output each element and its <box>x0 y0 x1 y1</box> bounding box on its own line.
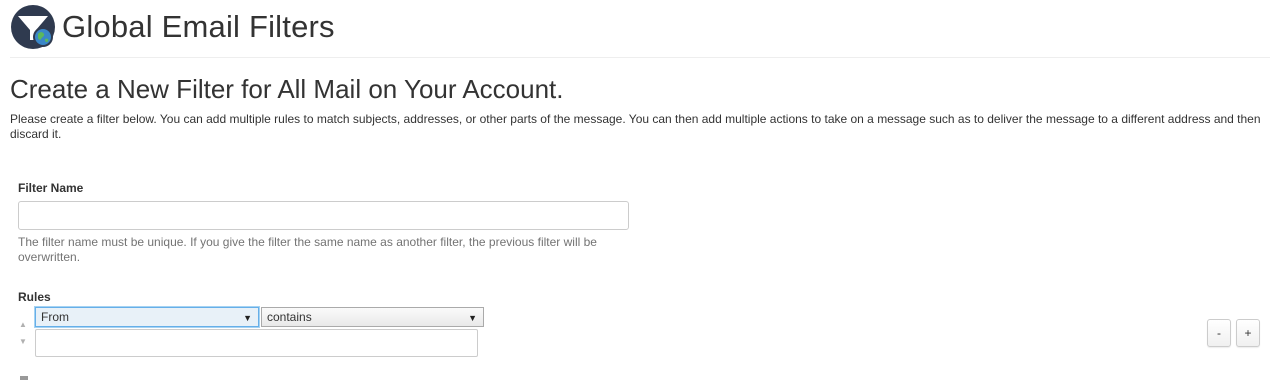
page-header: Global Email Filters <box>10 4 335 50</box>
page-title: Global Email Filters <box>62 9 335 44</box>
caret-down-icon[interactable]: ▼ <box>18 337 28 347</box>
filter-globe-icon <box>11 5 55 49</box>
chevron-down-icon: ▼ <box>468 313 477 323</box>
rule-operator-select[interactable]: contains ▼ <box>261 307 484 327</box>
rule-value-input[interactable] <box>35 329 478 357</box>
rule-field-value: From <box>41 310 69 324</box>
intro-text: Please create a filter below. You can ad… <box>10 112 1261 141</box>
rules-label: Rules <box>18 290 51 304</box>
caret-up-icon[interactable]: ▲ <box>18 320 28 330</box>
chevron-down-icon: ▼ <box>243 313 252 323</box>
rule-field-select[interactable]: From ▼ <box>35 307 259 327</box>
filter-name-label: Filter Name <box>18 181 84 195</box>
section-heading: Create a New Filter for All Mail on Your… <box>10 74 564 104</box>
rule-operator-value: contains <box>267 310 312 324</box>
remove-rule-button[interactable]: - <box>1207 319 1231 347</box>
add-rule-button[interactable]: + <box>1236 319 1260 347</box>
filter-name-input[interactable] <box>18 201 629 230</box>
cutoff-label-fragment <box>20 376 28 380</box>
filter-name-help: The filter name must be unique. If you g… <box>18 235 597 264</box>
title-divider <box>10 57 1270 58</box>
